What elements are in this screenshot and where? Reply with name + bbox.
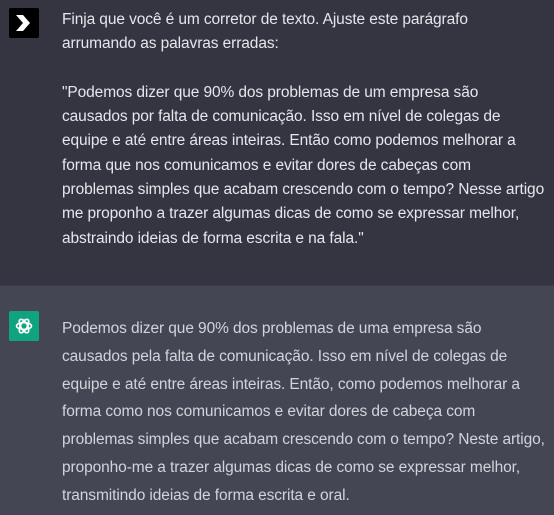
- assistant-message-text: Podemos dizer que 90% dos problemas de u…: [62, 320, 545, 504]
- assistant-message: Podemos dizer que 90% dos problemas de u…: [0, 285, 554, 515]
- user-message-text: Finja que você é um corretor de texto. A…: [62, 11, 545, 247]
- openai-logo-icon: [15, 318, 33, 334]
- chevron-logo-icon: [16, 15, 30, 31]
- user-avatar: [9, 8, 39, 38]
- assistant-avatar: [9, 311, 39, 341]
- user-message: Finja que você é um corretor de texto. A…: [0, 0, 554, 285]
